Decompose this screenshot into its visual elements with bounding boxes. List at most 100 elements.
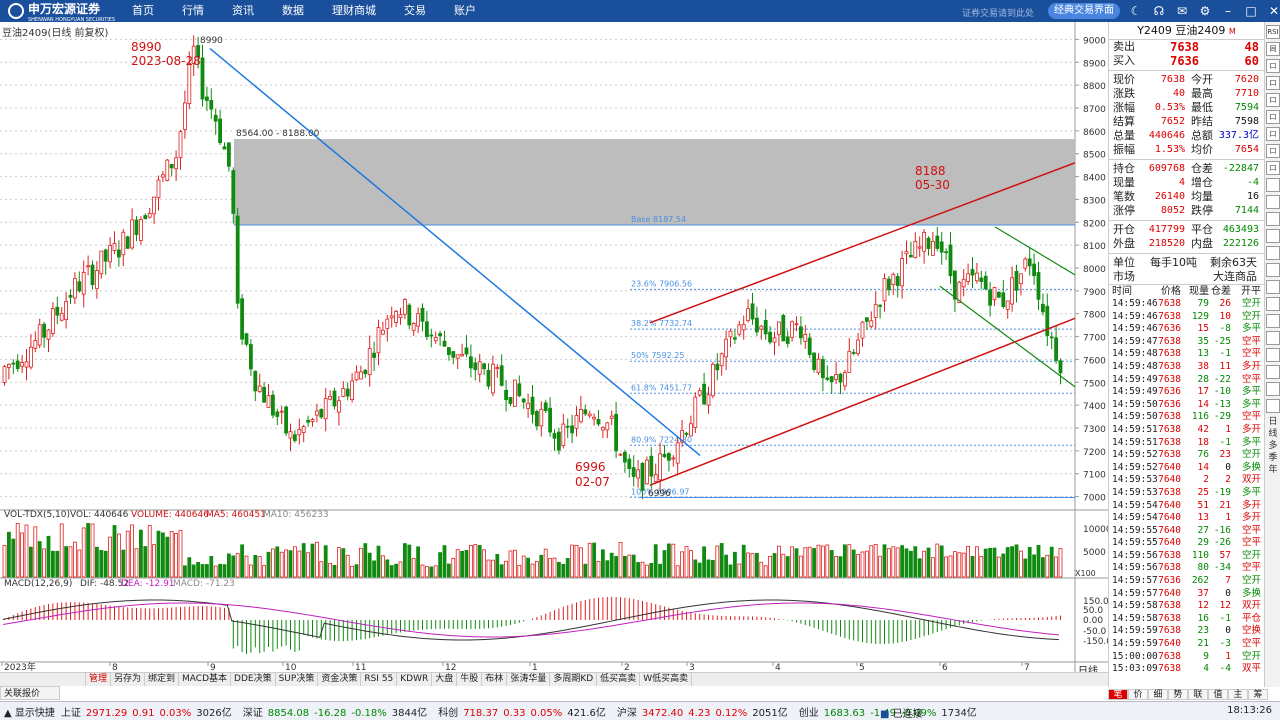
- indicator-tab[interactable]: 张涛华量: [507, 673, 551, 686]
- panel-tab[interactable]: 笔: [1108, 689, 1128, 700]
- volume-bar: [147, 525, 152, 578]
- toolbar-tool-icon[interactable]: [1266, 195, 1280, 209]
- candle-body: [636, 469, 640, 479]
- panel-tab[interactable]: 势: [1168, 689, 1188, 700]
- low-tag: 6996: [648, 489, 671, 499]
- toolbar-tool-icon[interactable]: 口: [1266, 127, 1280, 141]
- toolbar-tool-icon[interactable]: 口: [1266, 110, 1280, 124]
- classic-trade-button[interactable]: 经典交易界面: [1048, 3, 1120, 19]
- maximize-icon[interactable]: □: [1243, 3, 1259, 19]
- gear-icon[interactable]: ⚙: [1197, 3, 1213, 19]
- period-toggle[interactable]: 线: [1266, 428, 1280, 440]
- toolbar-tool-icon[interactable]: [1266, 314, 1280, 328]
- index-quote[interactable]: 上证 2971.29 0.91 0.03% 3026亿: [61, 704, 237, 719]
- moon-icon[interactable]: ☾: [1128, 3, 1144, 19]
- indicator-tab[interactable]: 管理: [86, 673, 112, 686]
- index-quote[interactable]: 沪深 3472.40 4.23 0.12% 2051亿: [617, 704, 793, 719]
- shortcut-menu[interactable]: ▲ 显示快捷: [0, 704, 55, 719]
- volume-bar: [178, 529, 183, 578]
- indicator-tab[interactable]: 绑定到: [145, 673, 180, 686]
- toolbar-tool-icon[interactable]: 口: [1266, 144, 1280, 158]
- nav-item-2[interactable]: 资讯: [218, 0, 268, 22]
- panel-tab[interactable]: 值: [1208, 689, 1228, 700]
- index-quote[interactable]: 科创 718.37 0.33 0.05% 421.6亿: [438, 704, 611, 719]
- toolbar-tool-icon[interactable]: RSI: [1266, 25, 1280, 39]
- nav-item-4[interactable]: 理财商城: [318, 0, 390, 22]
- minimize-icon[interactable]: –: [1220, 3, 1236, 19]
- indicator-tab[interactable]: 低买高卖: [597, 673, 641, 686]
- volume-bar: [750, 553, 755, 578]
- toolbar-tool-icon[interactable]: [1266, 263, 1280, 277]
- toolbar-tool-icon[interactable]: 口: [1266, 161, 1280, 175]
- volume-bar: [275, 546, 280, 578]
- toolbar-tool-icon[interactable]: 同: [1266, 42, 1280, 56]
- toolbar-tool-icon[interactable]: 口: [1266, 93, 1280, 107]
- period-toggle[interactable]: 多: [1266, 440, 1280, 452]
- brand-logo[interactable]: 申万宏源证券 SHENWAN HONGYUAN SECURITIES: [0, 0, 118, 23]
- candle-body: [834, 374, 838, 380]
- indicator-tab[interactable]: 大盘: [432, 673, 458, 686]
- indicator-tab[interactable]: W低买高卖: [640, 673, 693, 686]
- toolbar-tool-icon[interactable]: [1266, 297, 1280, 311]
- panel-tab[interactable]: 主: [1228, 689, 1248, 700]
- indicator-tab[interactable]: DDE决策: [231, 673, 276, 686]
- candle-body: [81, 271, 86, 295]
- toolbar-tool-icon[interactable]: [1266, 331, 1280, 345]
- volume-bar: [240, 544, 245, 578]
- panel-tab[interactable]: 价: [1128, 689, 1148, 700]
- stat-value: 7654: [1234, 144, 1259, 155]
- toolbar-tool-icon[interactable]: [1266, 229, 1280, 243]
- volume-bar: [143, 546, 148, 578]
- indicator-tab[interactable]: 牛股: [457, 673, 483, 686]
- indicator-tab[interactable]: MACD基本: [179, 673, 232, 686]
- toolbar-tool-icon[interactable]: [1266, 246, 1280, 260]
- panel-tab[interactable]: 细: [1148, 689, 1168, 700]
- nav-item-5[interactable]: 交易: [390, 0, 440, 22]
- index-field: 718.37: [463, 707, 499, 719]
- headset-icon[interactable]: ☊: [1151, 3, 1167, 19]
- related-quote-tab[interactable]: 关联报价: [0, 686, 60, 700]
- indicator-tab[interactable]: 布林: [482, 673, 508, 686]
- indicator-tab[interactable]: RSI 55: [361, 673, 398, 686]
- period-toggle[interactable]: 日: [1266, 416, 1280, 428]
- toolbar-tool-icon[interactable]: [1266, 399, 1280, 413]
- bid-row[interactable]: 买入 7636 60: [1109, 54, 1264, 68]
- tick-cell: 57: [1219, 549, 1231, 561]
- nav-item-6[interactable]: 账户: [440, 0, 490, 22]
- toolbar-tool-icon[interactable]: [1266, 178, 1280, 192]
- tick-cell: 25: [1197, 486, 1209, 498]
- mail-icon[interactable]: ✉: [1174, 3, 1190, 19]
- toolbar-tool-icon[interactable]: 口: [1266, 76, 1280, 90]
- stat-row: 外盘 218520 内盘 222126: [1109, 237, 1264, 251]
- indicator-tab[interactable]: 资金决策: [318, 673, 362, 686]
- toolbar-tool-icon[interactable]: [1266, 365, 1280, 379]
- zone-range-label: 8564.00 - 8188.00: [236, 129, 320, 139]
- toolbar-tool-icon[interactable]: [1266, 212, 1280, 226]
- panel-tab[interactable]: 联: [1188, 689, 1208, 700]
- period-toggle[interactable]: 季: [1266, 452, 1280, 464]
- toolbar-tool-icon[interactable]: [1266, 348, 1280, 362]
- indicator-tab[interactable]: KDWR: [397, 673, 433, 686]
- tick-row: 14:59:54 7640 51 21 多开: [1109, 500, 1264, 513]
- indicator-tab[interactable]: 另存为: [111, 673, 146, 686]
- candle-body: [658, 453, 662, 481]
- panel-tab[interactable]: 筹: [1248, 689, 1268, 700]
- toolbar-tool-icon[interactable]: [1266, 382, 1280, 396]
- ask-row[interactable]: 卖出 7638 48: [1109, 40, 1264, 54]
- indicator-tab[interactable]: SUP决策: [276, 673, 319, 686]
- candle-body: [125, 236, 130, 249]
- volume-bar: [662, 550, 667, 578]
- volume-bar: [869, 545, 874, 578]
- nav-item-3[interactable]: 数据: [268, 0, 318, 22]
- kline-chart[interactable]: 9000890088008700860085008400830082008100…: [0, 22, 1108, 672]
- volume-bar: [398, 561, 403, 578]
- close-icon[interactable]: ✕: [1266, 3, 1280, 19]
- toolbar-tool-icon[interactable]: 口: [1266, 59, 1280, 73]
- toolbar-tool-icon[interactable]: [1266, 280, 1280, 294]
- index-quote[interactable]: 深证 8854.08 -16.28 -0.18% 3844亿: [243, 704, 432, 719]
- tick-list[interactable]: 14:59:46 7638 79 26 空开 14:59:46 7638 129 10 空开 14:…: [1109, 298, 1264, 676]
- nav-item-1[interactable]: 行情: [168, 0, 218, 22]
- nav-item-0[interactable]: 首页: [118, 0, 168, 22]
- period-toggle[interactable]: 年: [1266, 464, 1280, 476]
- indicator-tab[interactable]: 多周期KD: [550, 673, 598, 686]
